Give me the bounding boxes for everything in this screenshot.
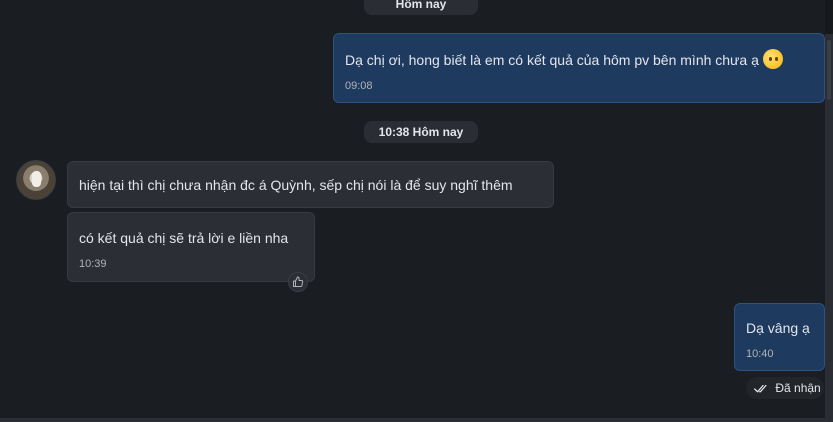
message-text: hiện tại thì chị chưa nhận đc á Quỳnh, s…: [79, 177, 513, 193]
message-text: Dạ vâng ạ: [746, 320, 810, 336]
delivery-status: Đã nhận: [746, 377, 824, 399]
bottom-divider: [0, 418, 833, 422]
message-time: 10:40: [746, 348, 774, 360]
message-bubble-outgoing[interactable]: Dạ vâng ạ 10:40: [734, 303, 825, 371]
delivery-status-label: Đã nhận: [775, 381, 821, 395]
message-text: Dạ chị ơi, hong biết là em có kết quả củ…: [345, 49, 783, 69]
message-bubble-incoming[interactable]: có kết quả chị sẽ trả lời e liền nha 10:…: [67, 212, 315, 282]
scrollbar[interactable]: [825, 34, 833, 418]
message-time: 09:08: [345, 80, 373, 92]
pleading-face-emoji: [762, 49, 783, 69]
message-time: 10:39: [79, 258, 107, 270]
message-text: có kết quả chị sẽ trả lời e liền nha: [79, 230, 289, 246]
avatar[interactable]: [16, 160, 56, 200]
reaction-button[interactable]: [288, 272, 308, 292]
message-bubble-incoming[interactable]: hiện tại thì chị chưa nhận đc á Quỳnh, s…: [67, 161, 554, 208]
double-check-icon: [754, 381, 775, 395]
date-separator: 10:38 Hôm nay: [364, 121, 478, 143]
date-separator: Hôm nay: [364, 0, 478, 15]
chat-panel: Hôm nay Dạ chị ơi, hong biết là em có kế…: [0, 0, 825, 418]
message-bubble-outgoing[interactable]: Dạ chị ơi, hong biết là em có kết quả củ…: [333, 33, 825, 103]
scrollbar-thumb[interactable]: [827, 40, 831, 100]
